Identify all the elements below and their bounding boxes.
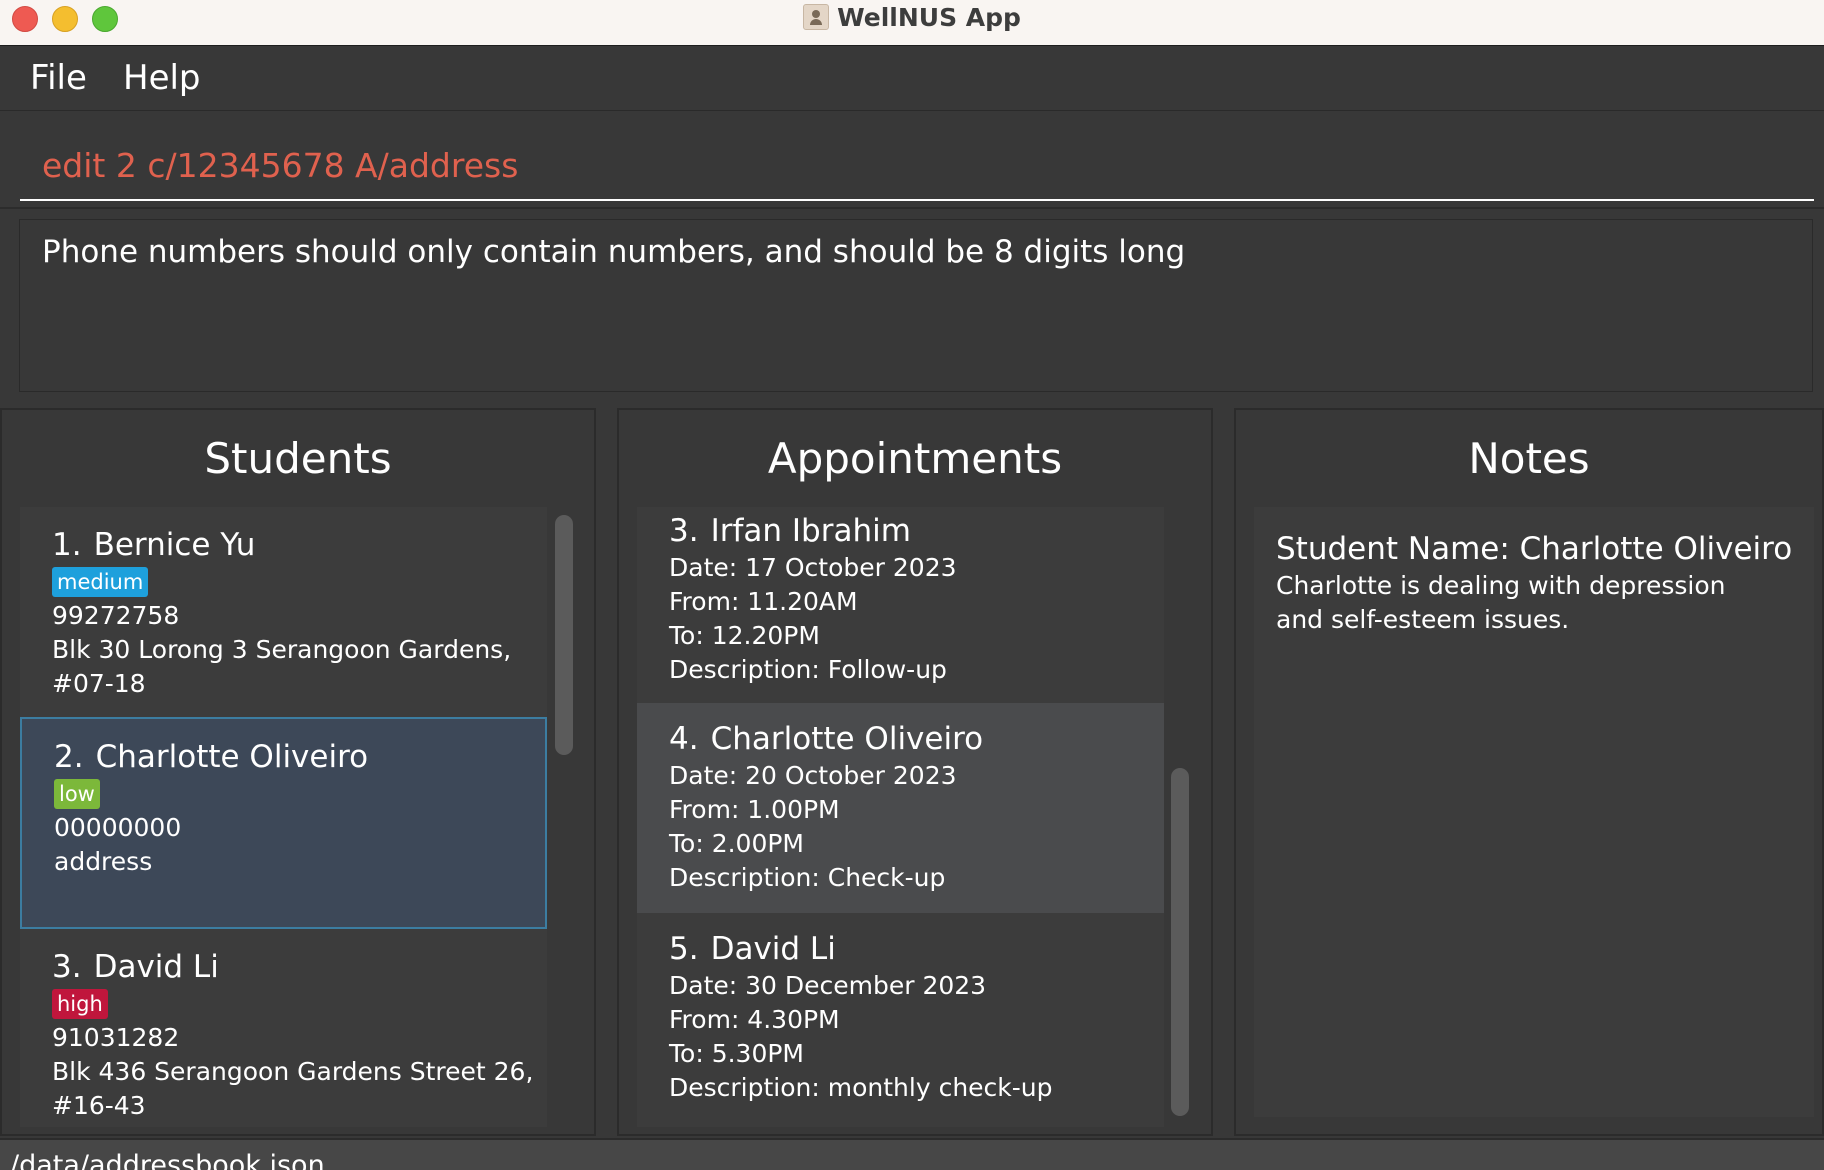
appointment-card[interactable]: 5. David Li Date: 30 December 2023 From: … [637, 913, 1164, 1127]
appointment-card[interactable]: 3. Irfan Ibrahim Date: 17 October 2023 Fr… [637, 507, 1164, 703]
student-card[interactable]: 1. Bernice Yu medium 99272758 Blk 30 Loro… [20, 507, 547, 717]
students-panel-title: Students [204, 434, 392, 483]
appointments-panel: Appointments 3. Irfan Ibrahim Date: 17 Oc… [617, 408, 1213, 1136]
appointment-description: Description: monthly check-up [669, 1073, 1053, 1102]
student-phone: 91031282 [52, 1023, 180, 1052]
title-bar: WellNUS App [0, 0, 1824, 46]
student-index: 1. [52, 527, 82, 563]
appointment-to: To: 2.00PM [669, 829, 804, 858]
notes-panel-title: Notes [1468, 434, 1590, 483]
student-name: Bernice Yu [93, 527, 256, 563]
result-message: Phone numbers should only contain number… [42, 234, 1186, 270]
appointment-description: Description: Check-up [669, 863, 946, 892]
priority-tag: low [54, 779, 100, 809]
notes-body: Charlotte is dealing with depression and… [1276, 571, 1726, 634]
address-book-icon [803, 4, 830, 30]
notes-card[interactable]: Student Name: Charlotte Oliveiro Charlot… [1254, 507, 1814, 1117]
students-panel: Students 1. Bernice Yu medium 99272758 Bl… [0, 408, 596, 1136]
priority-tag: medium [52, 567, 149, 597]
student-name-line: 3. David Li [52, 947, 547, 987]
student-address-line1: Blk 436 Serangoon Gardens Street 26, [52, 1057, 534, 1086]
student-card-selected[interactable]: 2. Charlotte Oliveiro low 00000000 addres… [20, 717, 547, 929]
notes-panel: Notes Student Name: Charlotte Oliveiro C… [1234, 408, 1824, 1136]
students-scrollbar[interactable] [555, 515, 573, 755]
appointment-from: From: 11.20AM [669, 587, 858, 616]
appointment-student-name: Charlotte Oliveiro [710, 721, 984, 757]
student-name-line: 1. Bernice Yu [52, 525, 547, 565]
appointments-panel-title: Appointments [767, 434, 1063, 483]
appointments-scrollbar[interactable] [1171, 768, 1189, 1116]
student-address-line2: #16-43 [52, 1091, 146, 1120]
appointment-to: To: 5.30PM [669, 1039, 804, 1068]
appointment-student-name: David Li [710, 931, 836, 967]
appointment-name-line: 5. David Li [669, 929, 1164, 969]
appointment-name-line: 4. Charlotte Oliveiro [669, 719, 1164, 759]
appointment-student-name: Irfan Ibrahim [710, 513, 911, 549]
command-box [0, 111, 1824, 209]
notes-student-name: Student Name: Charlotte Oliveiro [1276, 531, 1793, 567]
student-card[interactable]: 3. David Li high 91031282 Blk 436 Serango… [20, 929, 547, 1127]
result-display[interactable]: Phone numbers should only contain number… [19, 219, 1813, 392]
appointment-index: 5. [669, 931, 699, 967]
student-address-line1: address [54, 847, 153, 876]
appointment-description: Description: Follow-up [669, 655, 947, 684]
student-index: 3. [52, 949, 82, 985]
menu-file[interactable]: File [30, 58, 87, 98]
student-address-line2: #07-18 [52, 669, 146, 698]
appointment-date: Date: 20 October 2023 [669, 761, 957, 790]
window-title-group: WellNUS App [0, 0, 1824, 34]
student-name: David Li [93, 949, 219, 985]
appointment-index: 3. [669, 513, 699, 549]
appointment-card[interactable]: 4. Charlotte Oliveiro Date: 20 October 20… [637, 703, 1164, 913]
appointment-index: 4. [669, 721, 699, 757]
menu-bar: File Help [0, 46, 1824, 111]
appointment-from: From: 1.00PM [669, 795, 840, 824]
data-file-path: /data/addressbook.json [10, 1150, 325, 1170]
menu-help[interactable]: Help [123, 58, 201, 98]
window-title: WellNUS App [837, 2, 1021, 32]
student-phone: 00000000 [54, 813, 182, 842]
students-list[interactable]: 1. Bernice Yu medium 99272758 Blk 30 Loro… [20, 507, 547, 1127]
status-bar: /data/addressbook.json [0, 1138, 1824, 1170]
appointment-to: To: 12.20PM [669, 621, 820, 650]
command-input[interactable] [20, 131, 1814, 201]
appointment-date: Date: 17 October 2023 [669, 553, 957, 582]
appointment-from: From: 4.30PM [669, 1005, 840, 1034]
student-index: 2. [54, 739, 84, 775]
appointments-list[interactable]: 3. Irfan Ibrahim Date: 17 October 2023 Fr… [637, 507, 1164, 1127]
student-address-line1: Blk 30 Lorong 3 Serangoon Gardens, [52, 635, 512, 664]
appointment-name-line: 3. Irfan Ibrahim [669, 511, 1164, 551]
student-name: Charlotte Oliveiro [95, 739, 369, 775]
student-name-line: 2. Charlotte Oliveiro [54, 737, 545, 777]
student-phone: 99272758 [52, 601, 180, 630]
appointment-date: Date: 30 December 2023 [669, 971, 987, 1000]
priority-tag: high [52, 989, 108, 1019]
